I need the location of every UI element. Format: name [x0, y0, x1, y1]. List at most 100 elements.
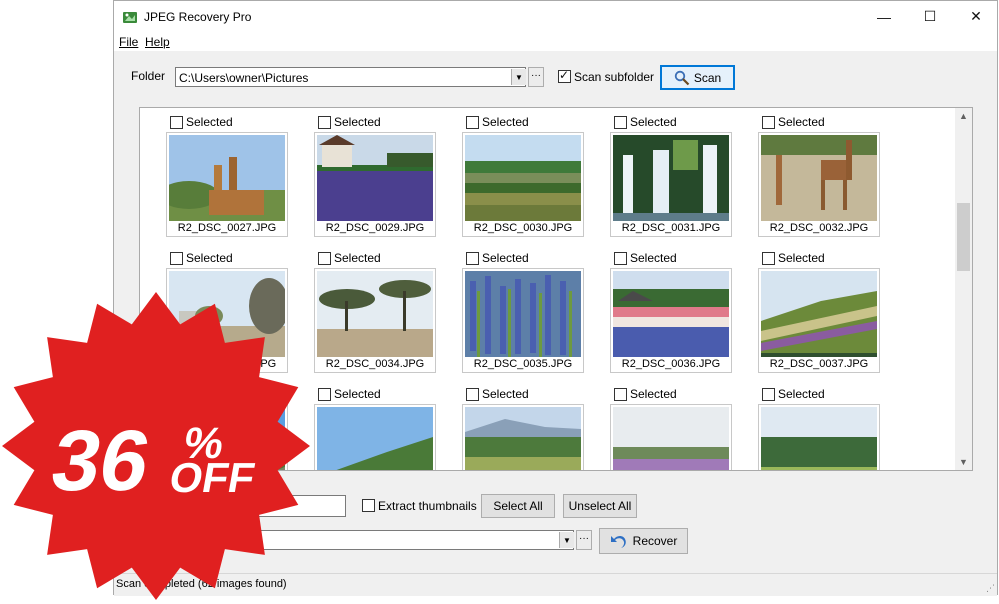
minimize-button[interactable]: —: [861, 1, 907, 32]
selected-checkbox[interactable]: [614, 252, 627, 265]
selected-checkbox[interactable]: [318, 252, 331, 265]
selected-label: Selected: [482, 115, 529, 129]
scroll-up-icon[interactable]: ▲: [955, 111, 972, 121]
thumbnail-item[interactable]: Selected R2_DSC_0031.JPG: [610, 109, 732, 239]
gallery-scrollbar[interactable]: ▲ ▼: [955, 108, 972, 470]
thumbnail-item[interactable]: Selected R2_DSC_0037.JPG: [758, 245, 880, 375]
select-all-label: Select All: [493, 499, 543, 513]
selected-label: Selected: [630, 387, 677, 401]
selected-checkbox[interactable]: [466, 116, 479, 129]
extract-thumbnails-label: Extract thumbnails: [378, 499, 477, 513]
thumbnail-item[interactable]: Selected: [610, 381, 732, 470]
thumbnail-image: [317, 271, 433, 357]
chevron-down-icon[interactable]: ▼: [511, 69, 526, 85]
thumbnail-item[interactable]: Selected: [462, 381, 584, 470]
thumbnail-frame[interactable]: R2_DSC_0027.JPG: [166, 132, 288, 237]
thumbnail-frame[interactable]: [314, 404, 436, 470]
selected-label: Selected: [778, 115, 825, 129]
thumbnail-image: [613, 135, 729, 221]
thumbnail-frame[interactable]: R2_DSC_0031.JPG: [610, 132, 732, 237]
recover-button[interactable]: Recover: [599, 528, 688, 554]
minimize-icon: —: [877, 8, 891, 25]
selected-label: Selected: [482, 387, 529, 401]
folder-combo[interactable]: C:\Users\owner\Pictures ▼: [175, 67, 526, 87]
scan-label: Scan: [693, 70, 722, 85]
extract-thumbnails-checkbox[interactable]: [362, 499, 375, 512]
thumbnail-image: [613, 407, 729, 470]
selected-checkbox[interactable]: [466, 388, 479, 401]
scan-subfolder-label: Scan subfolder: [574, 70, 655, 84]
thumbnail-frame[interactable]: R2_DSC_0032.JPG: [758, 132, 880, 237]
thumbnail-filename: R2_DSC_0034.JPG: [325, 358, 425, 370]
thumbnail-item[interactable]: Selected: [314, 381, 436, 470]
thumbnail-image: [761, 271, 877, 357]
close-button[interactable]: ✕: [953, 1, 999, 32]
selected-checkbox[interactable]: [318, 388, 331, 401]
thumbnail-filename: R2_DSC_0029.JPG: [325, 222, 425, 234]
selected-checkbox[interactable]: [762, 388, 775, 401]
folder-path: C:\Users\owner\Pictures: [179, 71, 309, 85]
thumbnail-image: [761, 407, 877, 470]
recover-label: Recover: [632, 534, 678, 548]
thumbnail-item[interactable]: Selected R2_DSC_0030.JPG: [462, 109, 584, 239]
window-title: JPEG Recovery Pro: [144, 10, 252, 24]
thumbnail-item[interactable]: Selected: [758, 381, 880, 470]
thumbnail-frame[interactable]: R2_DSC_0035.JPG: [462, 268, 584, 373]
scroll-down-icon[interactable]: ▼: [955, 457, 972, 467]
thumbnail-frame[interactable]: R2_DSC_0037.JPG: [758, 268, 880, 373]
selected-checkbox[interactable]: [318, 116, 331, 129]
chevron-down-icon[interactable]: ▼: [559, 532, 574, 548]
unselect-all-button[interactable]: Unselect All: [563, 494, 637, 518]
menu-help[interactable]: Help: [145, 35, 170, 49]
resize-grip-icon[interactable]: ⋰: [986, 583, 995, 594]
select-all-button[interactable]: Select All: [481, 494, 555, 518]
selected-checkbox[interactable]: [762, 116, 775, 129]
thumbnail-filename: R2_DSC_0037.JPG: [769, 358, 869, 370]
selected-checkbox[interactable]: [170, 116, 183, 129]
selected-checkbox[interactable]: [170, 252, 183, 265]
thumbnail-item[interactable]: Selected R2_DSC_0034.JPG: [314, 245, 436, 375]
folder-label: Folder: [131, 69, 166, 83]
thumbnail-item[interactable]: Selected R2_DSC_0035.JPG: [462, 245, 584, 375]
selected-label: Selected: [186, 115, 233, 129]
thumbnail-frame[interactable]: [758, 404, 880, 470]
thumbnail-image: [465, 135, 581, 221]
thumbnail-frame[interactable]: [610, 404, 732, 470]
maximize-icon: ☐: [923, 8, 937, 24]
selected-label: Selected: [778, 387, 825, 401]
thumbnail-filename: R2_DSC_0031.JPG: [621, 222, 721, 234]
magnifier-icon: [674, 70, 690, 85]
scan-subfolder-checkbox[interactable]: [558, 68, 571, 83]
thumbnail-frame[interactable]: R2_DSC_0030.JPG: [462, 132, 584, 237]
menu-file[interactable]: File: [119, 35, 138, 49]
browse-output-button[interactable]: ···: [576, 530, 592, 550]
thumbnail-image: [465, 407, 581, 470]
thumbnail-filename: R2_DSC_0027.JPG: [177, 222, 277, 234]
discount-percent: 36: [45, 414, 157, 509]
scrollbar-thumb[interactable]: [957, 203, 970, 271]
app-icon: [123, 12, 137, 23]
thumbnail-frame[interactable]: R2_DSC_0034.JPG: [314, 268, 436, 373]
thumbnail-frame[interactable]: R2_DSC_0036.JPG: [610, 268, 732, 373]
maximize-button[interactable]: ☐: [907, 1, 953, 32]
thumbnail-item[interactable]: Selected R2_DSC_0032.JPG: [758, 109, 880, 239]
thumbnail-frame[interactable]: [462, 404, 584, 470]
unselect-all-label: Unselect All: [568, 499, 632, 513]
selected-checkbox[interactable]: [614, 116, 627, 129]
thumbnail-item[interactable]: Selected R2_DSC_0027.JPG: [166, 109, 288, 239]
scan-button[interactable]: Scan: [660, 65, 735, 90]
thumbnail-image: [761, 135, 877, 221]
thumbnail-item[interactable]: Selected R2_DSC_0036.JPG: [610, 245, 732, 375]
selected-label: Selected: [482, 251, 529, 265]
selected-checkbox[interactable]: [466, 252, 479, 265]
thumbnail-filename: R2_DSC_0035.JPG: [473, 358, 573, 370]
menu-bar: File Help: [114, 32, 997, 51]
thumbnail-frame[interactable]: R2_DSC_0029.JPG: [314, 132, 436, 237]
browse-folder-button[interactable]: ···: [528, 67, 544, 87]
thumbnail-item[interactable]: Selected R2_DSC_0029.JPG: [314, 109, 436, 239]
selected-checkbox[interactable]: [614, 388, 627, 401]
thumbnail-image: [169, 135, 285, 221]
selected-label: Selected: [778, 251, 825, 265]
selected-label: Selected: [334, 387, 381, 401]
selected-checkbox[interactable]: [762, 252, 775, 265]
